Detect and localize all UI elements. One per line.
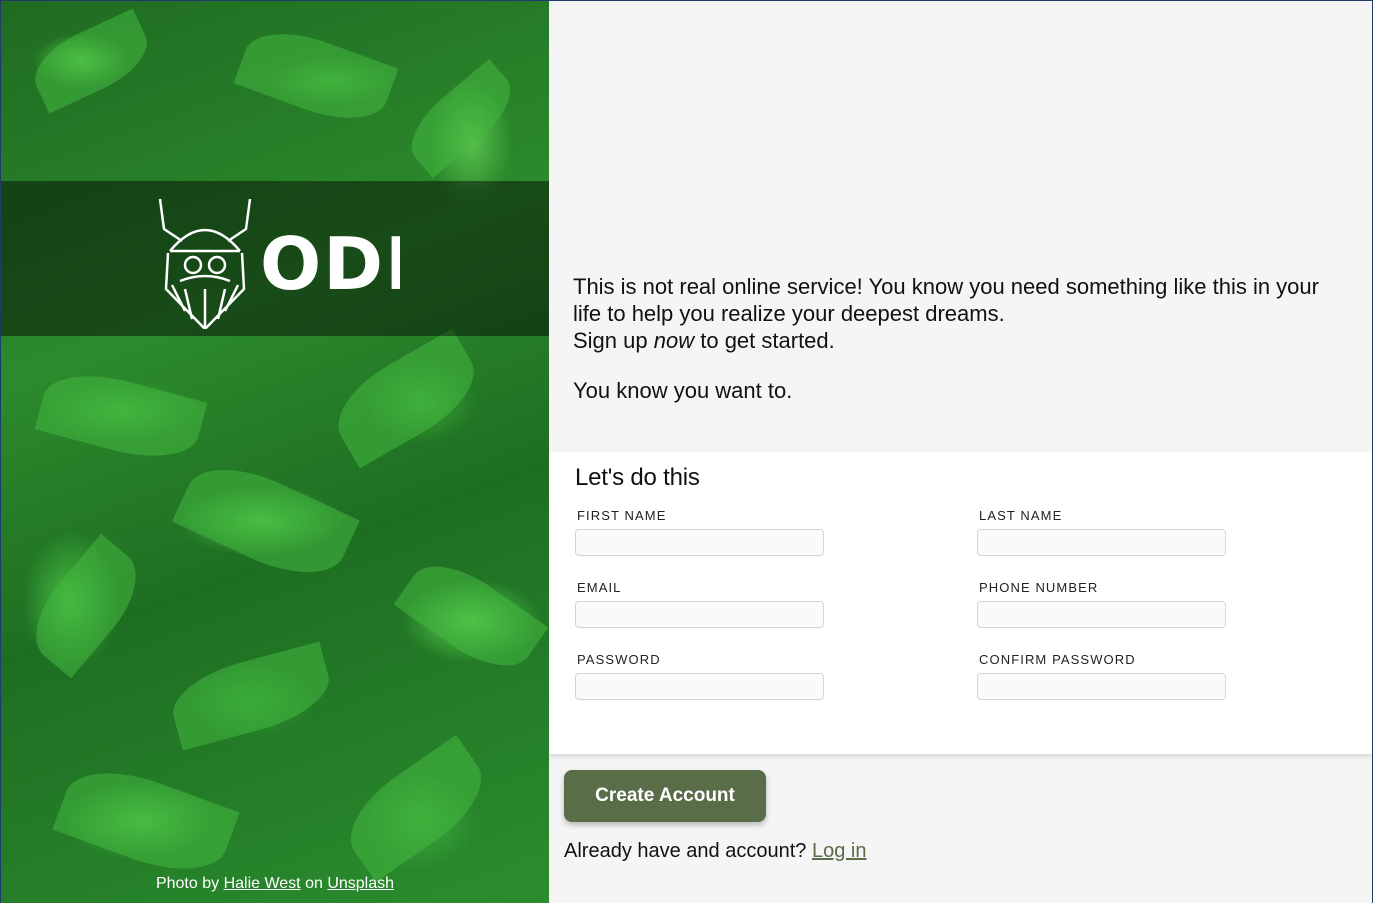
intro-line-1: This is not real online service! You kno…	[573, 274, 1319, 326]
page: ODIN Photo by Halie West on Unsplash Thi…	[1, 1, 1372, 903]
odin-logo-icon: ODIN	[158, 198, 400, 329]
photo-credit: Photo by Halie West on Unsplash	[1, 875, 549, 893]
signup-panel: This is not real online service! You kno…	[549, 1, 1372, 903]
last-name-field: LAST NAME	[977, 508, 1227, 556]
intro-line-2-after: to get started.	[700, 328, 835, 353]
credit-site-link[interactable]: Unsplash	[327, 875, 394, 892]
confirm-password-field: CONFIRM PASSWORD	[977, 652, 1227, 700]
email-input[interactable]	[575, 601, 824, 628]
logo-text: ODIN	[260, 222, 400, 306]
logo-banner: ODIN	[1, 181, 549, 336]
phone-field: PHONE NUMBER	[977, 580, 1227, 628]
confirm-password-label: CONFIRM PASSWORD	[979, 652, 1136, 667]
first-name-input[interactable]	[575, 529, 824, 556]
email-field: EMAIL	[575, 580, 977, 628]
signup-form: Let's do this FIRST NAME LAST NAME EMAIL…	[549, 452, 1372, 754]
intro-line-2-before: Sign up	[573, 328, 648, 353]
login-link[interactable]: Log in	[812, 840, 867, 862]
form-heading: Let's do this	[575, 464, 700, 491]
intro-line-3: You know you want to.	[573, 378, 793, 403]
last-name-input[interactable]	[977, 529, 1226, 556]
password-input[interactable]	[575, 673, 824, 700]
login-prompt: Already have and account? Log in	[564, 840, 1357, 863]
intro-line-2: Sign up now to get started.	[573, 327, 1348, 354]
password-field: PASSWORD	[575, 652, 977, 700]
first-name-label: FIRST NAME	[577, 508, 667, 523]
credit-author-link[interactable]: Halie West	[224, 875, 301, 892]
login-prompt-text: Already have and account?	[564, 840, 807, 862]
create-account-button[interactable]: Create Account	[564, 770, 766, 822]
form-actions: Create Account Already have and account?…	[549, 754, 1372, 863]
first-name-field: FIRST NAME	[575, 508, 977, 556]
confirm-password-input[interactable]	[977, 673, 1226, 700]
last-name-label: LAST NAME	[979, 508, 1063, 523]
password-label: PASSWORD	[577, 652, 661, 667]
credit-middle: on	[305, 875, 323, 892]
credit-prefix: Photo by	[155, 875, 220, 892]
hero-image-panel: ODIN Photo by Halie West on Unsplash	[1, 1, 549, 903]
email-label: EMAIL	[577, 580, 622, 595]
intro-text: This is not real online service! You kno…	[549, 1, 1372, 452]
phone-input[interactable]	[977, 601, 1226, 628]
phone-label: PHONE NUMBER	[979, 580, 1099, 595]
intro-line-2-emphasis: now	[653, 328, 695, 353]
